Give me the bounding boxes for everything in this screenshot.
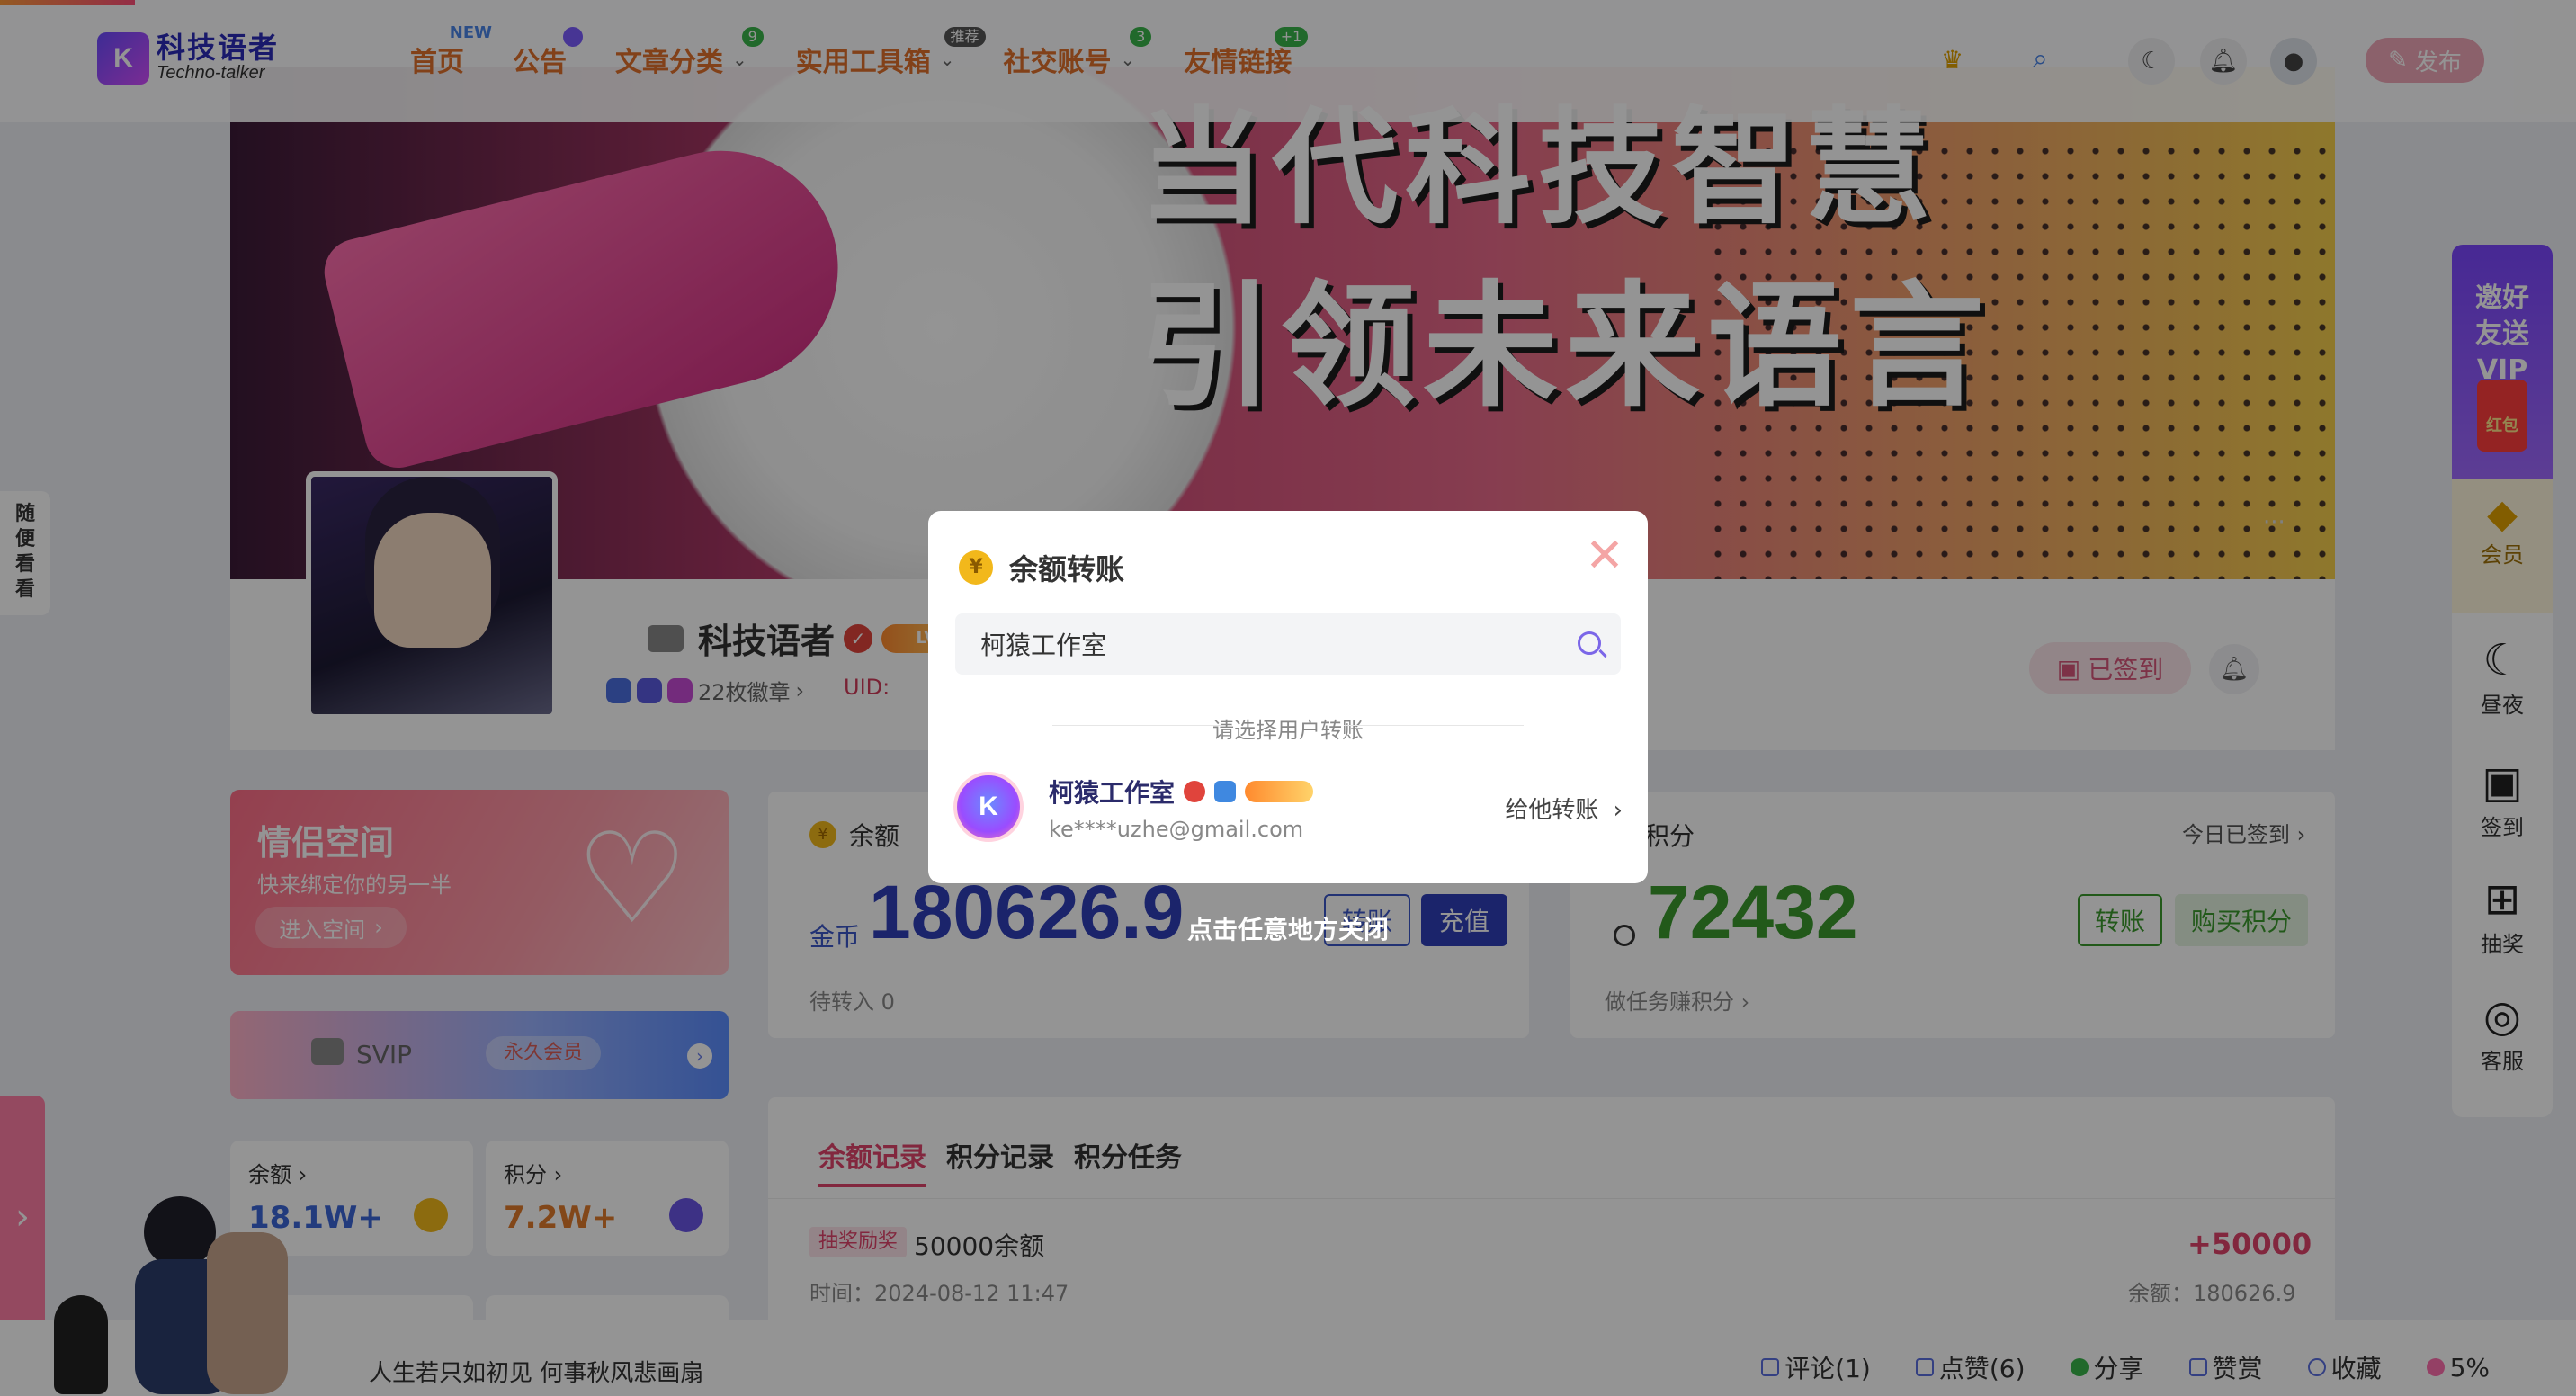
user-search-field[interactable] [955,613,1621,675]
user-email: ke****uzhe@gmail.com [1049,817,1304,842]
shield-icon [1214,781,1237,802]
balance-transfer-modal: ¥ 余额转账 ✕ 请选择用户转账 柯猿工作室 ke****uzhe@gmail.… [928,511,1648,883]
close-icon[interactable]: ✕ [1583,532,1626,579]
click-anywhere-close-hint: 点击任意地方关闭 [1187,915,1390,944]
search-icon[interactable] [1578,631,1601,655]
user-search-input[interactable] [955,629,1549,659]
modal-title: ¥ 余额转账 [959,547,1124,588]
level-badge [1245,781,1314,802]
user-name: 柯猿工作室 [1049,774,1314,810]
chevron-right-icon: › [1613,797,1623,824]
user-avatar [953,772,1024,842]
user-result-row[interactable]: 柯猿工作室 ke****uzhe@gmail.com 给他转账 › [953,772,1623,853]
select-user-hint: 请选择用户转账 [1212,718,1364,743]
give-transfer-button[interactable]: 给他转账 › [1505,792,1623,825]
verified-icon [1184,781,1206,802]
coin-icon: ¥ [959,550,993,585]
divider [1344,725,1524,726]
